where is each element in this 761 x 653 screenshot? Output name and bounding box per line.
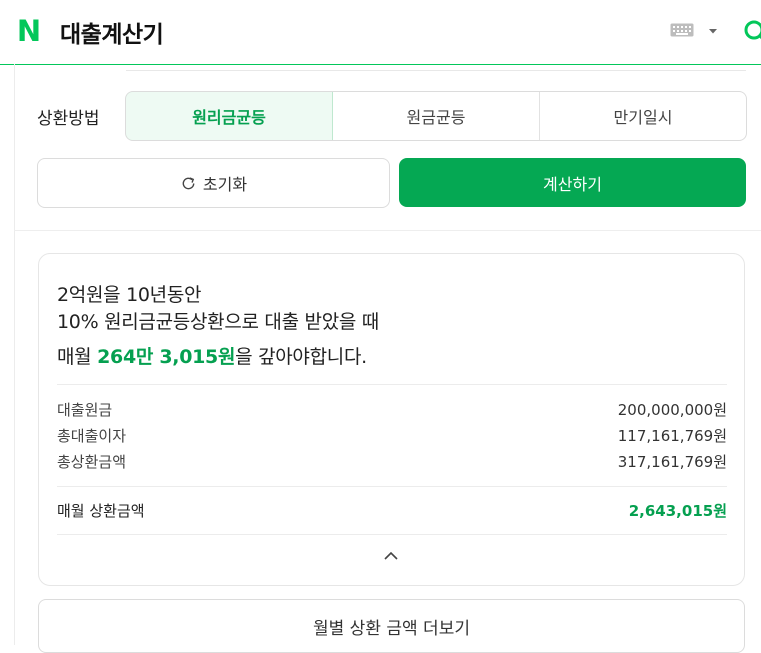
divider	[57, 534, 727, 535]
detail-value: 317,161,769원	[617, 453, 727, 471]
detail-label: 대출원금	[57, 401, 113, 419]
naver-logo[interactable]: N	[14, 14, 44, 48]
monthly-payment-value: 2,643,015원	[628, 502, 727, 520]
calculate-button[interactable]: 계산하기	[399, 158, 746, 207]
summary-monthly-payment: 매월 264만 3,015원을 갚아야합니다.	[57, 342, 367, 369]
tab-bullet-repayment[interactable]: 만기일시	[540, 92, 746, 140]
monthly-amount-highlight: 264만 3,015원	[97, 346, 236, 368]
summary-prefix: 매월	[57, 346, 98, 368]
summary-suffix: 을 갚아야합니다.	[235, 346, 367, 368]
input-divider	[126, 70, 746, 71]
summary-loan-terms: 2억원을 10년동안	[57, 284, 202, 306]
divider	[57, 384, 727, 385]
reset-button[interactable]: 초기화	[37, 158, 390, 208]
reset-label: 초기화	[202, 175, 248, 194]
detail-value: 200,000,000원	[617, 401, 727, 419]
detail-label: 총상환금액	[57, 453, 127, 471]
chevron-up-icon[interactable]	[382, 547, 400, 565]
repayment-method-label: 상환방법	[37, 109, 100, 129]
tab-equal-principal[interactable]: 원금균등	[333, 92, 540, 140]
divider	[57, 486, 727, 487]
monthly-payment-label: 매월 상환금액	[57, 502, 145, 520]
search-icon[interactable]	[742, 18, 761, 44]
chevron-down-icon[interactable]	[706, 24, 720, 38]
result-card: 2억원을 10년동안 10% 원리금균등상환으로 대출 받았을 때 매월 264…	[38, 253, 745, 586]
detail-label: 총대출이자	[57, 427, 127, 445]
page-title: 대출계산기	[60, 22, 164, 48]
repayment-method-tabs: 원리금균등 원금균등 만기일시	[125, 91, 747, 141]
tab-equal-principal-interest[interactable]: 원리금균등	[126, 92, 333, 140]
summary-repayment-type: 10% 원리금균등상환으로 대출 받았을 때	[57, 311, 379, 333]
keyboard-icon[interactable]	[670, 23, 694, 37]
left-border	[14, 64, 15, 645]
detail-value: 117,161,769원	[617, 427, 727, 445]
refresh-icon	[182, 176, 195, 189]
section-divider	[14, 230, 761, 231]
app-header: N 대출계산기	[0, 0, 761, 65]
